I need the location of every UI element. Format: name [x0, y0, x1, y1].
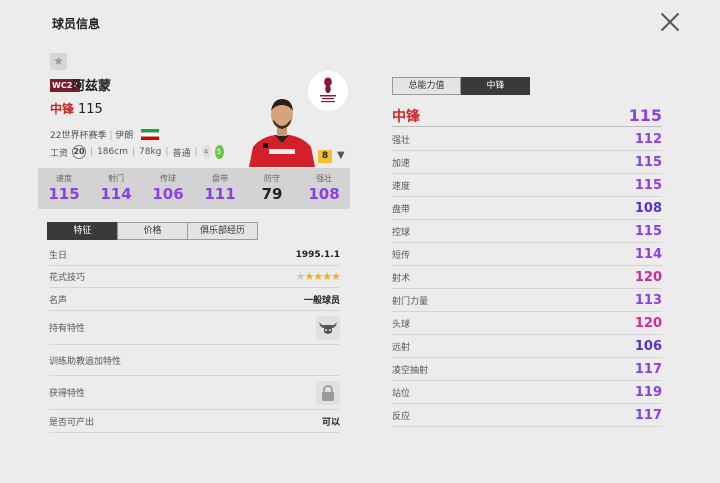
world-cup-logo — [308, 71, 348, 111]
attribute-value: 106 — [634, 338, 662, 354]
stat-passing: 传球 106 — [152, 174, 184, 203]
attribute-row: 站位 119 — [392, 381, 662, 404]
favorite-star-icon[interactable]: ★ — [50, 53, 67, 70]
player-name: 阿兹蒙 — [72, 79, 112, 94]
attribute-row: 强壮 112 — [392, 128, 662, 151]
weak-foot-icon: 4 — [201, 145, 211, 159]
lock-icon[interactable] — [316, 380, 340, 405]
attribute-value: 119 — [634, 384, 662, 400]
attribute-label: 头球 — [392, 319, 411, 330]
season-line: 22世界杯赛季 | 伊朗 — [50, 128, 160, 141]
attribute-value: 108 — [634, 200, 662, 216]
attribute-label: 凌空抽射 — [392, 365, 429, 376]
tab-total-ability[interactable]: 总能力值 — [392, 77, 461, 95]
chevron-down-icon[interactable]: ▼ — [337, 150, 345, 161]
stat-shooting: 射门 114 — [100, 174, 132, 203]
wage-label: 工资 — [50, 148, 69, 159]
attribute-row: 短传 114 — [392, 243, 662, 266]
attribute-tabs: 总能力值 中锋 — [392, 77, 530, 95]
detail-tabs: 特征 价格 俱乐部经历 — [47, 222, 258, 240]
attribute-row: 速度 115 — [392, 174, 662, 197]
attribute-row: 加速 115 — [392, 151, 662, 174]
attribute-label: 速度 — [392, 181, 411, 192]
attribute-row: 远射 106 — [392, 335, 662, 358]
stats-bar: 速度 115 射门 114 传球 106 盘带 111 防守 79 强壮 108 — [38, 168, 350, 209]
attribute-value: 112 — [634, 131, 662, 147]
page-title: 球员信息 — [52, 17, 101, 31]
attribute-row: 凌空抽射 117 — [392, 358, 662, 381]
tab-club-history[interactable]: 俱乐部经历 — [187, 222, 258, 240]
height: 186cm — [97, 147, 128, 157]
attribute-row: 头球 120 — [392, 312, 662, 335]
attribute-label: 盘带 — [392, 204, 411, 215]
attribute-value: 115 — [634, 223, 662, 239]
stat-speed: 速度 115 — [48, 174, 80, 203]
level-badge[interactable]: 8 — [318, 150, 332, 163]
attribute-value: 117 — [634, 407, 662, 423]
row-training-traits: 训练助教追加特性 — [49, 345, 340, 376]
attribute-label: 强壮 — [392, 135, 411, 146]
nation-name: 伊朗 — [115, 131, 134, 141]
attribute-label: 反应 — [392, 411, 411, 422]
attribute-value: 120 — [634, 269, 662, 285]
row-producible: 是否可产出 可以 — [49, 410, 340, 433]
attribute-label: 射术 — [392, 273, 411, 284]
stat-dribbling: 盘带 111 — [204, 174, 236, 203]
attribute-row: 盘带 108 — [392, 197, 662, 220]
attribute-label: 射门力量 — [392, 296, 429, 307]
attribute-value: 115 — [634, 177, 662, 193]
attribute-value: 113 — [634, 292, 662, 308]
season-name: 22世界杯赛季 — [50, 131, 107, 141]
attribute-label: 远射 — [392, 342, 411, 353]
tab-striker[interactable]: 中锋 — [461, 77, 530, 95]
bull-trait-icon[interactable] — [316, 315, 340, 340]
tab-traits[interactable]: 特征 — [47, 222, 118, 240]
row-birthday: 生日 1995.1.1 — [49, 244, 340, 266]
tab-price[interactable]: 价格 — [117, 222, 188, 240]
player-overall: 115 — [78, 102, 103, 117]
weight: 78kg — [139, 147, 162, 157]
attribute-label: 短传 — [392, 250, 411, 261]
player-position: 中锋 — [50, 102, 75, 116]
info-line: 工资 20 | 186cm | 78kg | 普通 | 45 — [50, 145, 224, 159]
attribute-label: 站位 — [392, 388, 411, 399]
row-skill-moves: 花式技巧 ★★★★★ — [49, 266, 341, 288]
iran-flag-icon — [141, 129, 160, 140]
row-acquired-traits: 获得特性 — [49, 376, 340, 410]
player-photo — [249, 99, 315, 167]
attribute-value: 115 — [634, 154, 662, 170]
skill-stars: ★★★★★ — [295, 270, 341, 283]
attribute-value: 117 — [634, 361, 662, 377]
close-icon[interactable] — [658, 10, 682, 34]
wage-value: 20 — [72, 145, 87, 159]
attribute-row: 控球 115 — [392, 220, 662, 243]
row-traits: 持有特性 — [49, 311, 340, 345]
attribute-value: 114 — [634, 246, 662, 262]
attribute-row: 射门力量 113 — [392, 289, 662, 312]
body-type: 普通 — [172, 148, 191, 159]
attribute-header: 中锋 115 — [392, 106, 662, 127]
attribute-label: 加速 — [392, 158, 411, 169]
attribute-label: 控球 — [392, 227, 411, 238]
position-line: 中锋 115 — [50, 100, 103, 117]
stat-physical: 强壮 108 — [308, 174, 340, 203]
attribute-row: 反应 117 — [392, 404, 662, 427]
attribute-value: 120 — [634, 315, 662, 331]
row-reputation: 名声 一般球员 — [49, 288, 340, 311]
attribute-row: 射术 120 — [392, 266, 662, 289]
stat-defending: 防守 79 — [261, 174, 283, 203]
strong-foot-icon: 5 — [214, 145, 224, 159]
